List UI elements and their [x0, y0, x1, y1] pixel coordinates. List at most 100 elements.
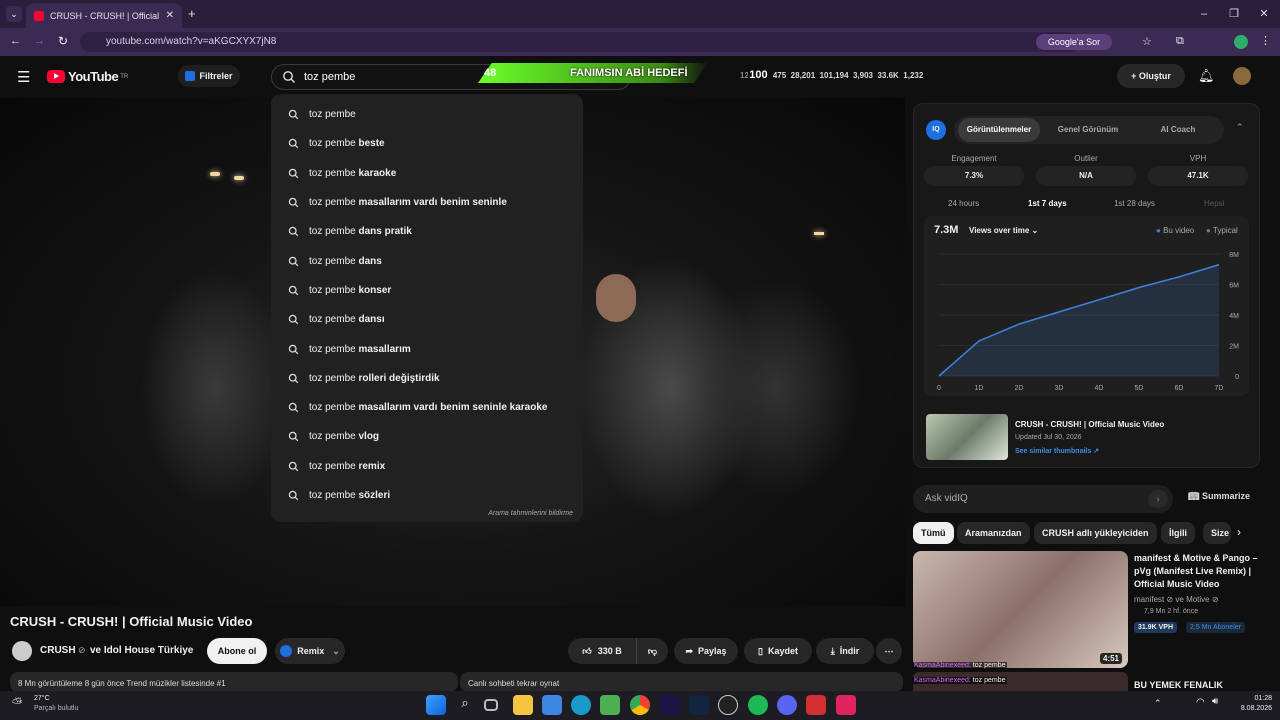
tray-chevron-icon[interactable]: ⌃: [1154, 698, 1162, 709]
extensions-icon[interactable]: ⧉: [1176, 35, 1184, 48]
reload-icon[interactable]: ↻: [58, 34, 68, 48]
dislike-button[interactable]: 👎︎: [636, 638, 668, 664]
more-actions-button[interactable]: ⋯: [876, 638, 902, 664]
range-7d[interactable]: 1st 7 days: [1028, 199, 1067, 208]
chip-uploader[interactable]: CRUSH adlı yükleyiciden: [1034, 522, 1157, 544]
file-explorer-icon[interactable]: [513, 695, 533, 715]
back-icon[interactable]: ←: [10, 35, 21, 47]
range-all[interactable]: Hepsi: [1204, 199, 1224, 208]
search-suggestion[interactable]: toz pembe konser: [271, 276, 583, 305]
hamburger-menu-icon[interactable]: ☰: [17, 68, 30, 86]
photoshop-icon[interactable]: [689, 695, 709, 715]
vph-badge: 31.9K VPH: [1134, 622, 1178, 633]
search-suggestion[interactable]: toz pembe sözleri: [271, 481, 583, 510]
weather-icon[interactable]: ⛅︎: [12, 695, 22, 711]
minimize-icon[interactable]: –: [1196, 6, 1212, 22]
start-icon[interactable]: [426, 695, 446, 715]
recommended-channel[interactable]: manifest ⊘ ve Motive ⊘: [1134, 595, 1219, 604]
download-button[interactable]: ⤓ İndir: [816, 638, 874, 664]
youtube-logo[interactable]: YouTube TR: [47, 69, 128, 84]
summarize-button[interactable]: 📖︎ Summarize: [1188, 491, 1250, 502]
next-title[interactable]: BU YEMEK FENALIK: [1134, 680, 1223, 690]
close-tab-icon[interactable]: ✕: [166, 10, 174, 21]
like-button[interactable]: 👍︎ 330 B: [568, 638, 636, 664]
search-suggestion[interactable]: toz pembe remix: [271, 452, 583, 481]
forward-icon[interactable]: →: [34, 35, 45, 47]
metric-select[interactable]: Views over time ⌄: [969, 226, 1038, 235]
browser-menu-icon[interactable]: ⋮: [1260, 34, 1271, 47]
filters-button[interactable]: Filtreler: [178, 65, 240, 87]
remix-button[interactable]: Remix ⌄: [275, 638, 345, 664]
recommended-thumbnail[interactable]: 4:51: [913, 551, 1128, 668]
search-suggestion[interactable]: toz pembe dans: [271, 246, 583, 275]
premiere-icon[interactable]: [660, 695, 680, 715]
search-suggestion[interactable]: toz pembe vlog: [271, 422, 583, 451]
recommended-title[interactable]: manifest & Motive & Pango – pVg (Manifes…: [1134, 552, 1260, 591]
suggestion-prefix: toz pembe: [309, 226, 356, 238]
user-avatar[interactable]: [1233, 67, 1251, 85]
volume-icon[interactable]: 🔊︎: [1212, 696, 1218, 707]
description-box[interactable]: 8 Mn görüntüleme 8 gün önce Trend müzikl…: [10, 672, 458, 692]
close-window-icon[interactable]: ✕: [1256, 6, 1272, 22]
search-suggestion[interactable]: toz pembe rolleri değiştirdik: [271, 364, 583, 393]
clock-time[interactable]: 01:28: [1236, 695, 1272, 702]
tab-list-button[interactable]: ⌄: [6, 6, 22, 22]
search-suggestion[interactable]: toz pembe masallarım vardı benim seninle: [271, 188, 583, 217]
edge-icon[interactable]: [571, 695, 591, 715]
wifi-icon[interactable]: ◠: [1196, 697, 1205, 708]
create-button[interactable]: + Oluştur: [1117, 64, 1185, 88]
chrome-icon[interactable]: [630, 695, 650, 715]
discord-icon[interactable]: [777, 695, 797, 715]
similar-thumbnails-link[interactable]: See similar thumbnails ↗: [1015, 447, 1099, 455]
clock-date[interactable]: 8.08.2026: [1226, 705, 1272, 712]
spotify-icon[interactable]: [748, 695, 768, 715]
app-icon[interactable]: [806, 695, 826, 715]
ask-vidiq-input[interactable]: Ask vidIQ: [913, 485, 1173, 513]
minecraft-icon[interactable]: [600, 695, 620, 715]
obs-icon[interactable]: [718, 695, 738, 715]
channel-name[interactable]: CRUSH: [40, 645, 76, 656]
chip-related[interactable]: İlgili: [1161, 522, 1195, 544]
search-suggestion[interactable]: toz pembe karaoke: [271, 159, 583, 188]
chevron-right-icon[interactable]: ›: [1237, 525, 1241, 539]
share-button[interactable]: ➦ Paylaş: [674, 638, 738, 664]
tab-ai-coach[interactable]: AI Coach: [1136, 118, 1220, 142]
new-tab-button[interactable]: +: [188, 6, 196, 21]
chip-for-you[interactable]: Size: [1203, 522, 1231, 544]
tab-views[interactable]: Görüntülenmeler: [958, 118, 1040, 142]
google-sor-button[interactable]: Google'a Sor: [1036, 34, 1112, 50]
send-icon[interactable]: ›: [1148, 490, 1168, 508]
restore-icon[interactable]: ❐: [1226, 6, 1242, 22]
chip-from-search[interactable]: Aramanızdan: [957, 522, 1030, 544]
notifications-bell-icon[interactable]: 🔔︎: [1198, 68, 1215, 84]
task-view-icon[interactable]: [484, 699, 498, 711]
channel-collab[interactable]: ve Idol House Türkiye: [90, 645, 193, 656]
thumb-updated: Updated Jul 30, 2026: [1015, 434, 1082, 441]
collapse-icon[interactable]: ⌃: [1236, 122, 1244, 133]
range-24h[interactable]: 24 hours: [948, 199, 979, 208]
search-suggestion[interactable]: toz pembe dansı: [271, 305, 583, 334]
profile-avatar-icon[interactable]: [1234, 35, 1248, 49]
thumbs-up-icon: 👍︎: [582, 645, 592, 656]
save-button[interactable]: ▯ Kaydet: [744, 638, 812, 664]
app-icon[interactable]: [836, 695, 856, 715]
search-icon[interactable]: ⌕: [455, 695, 475, 715]
search-suggestion[interactable]: toz pembe: [271, 100, 583, 129]
search-suggestion[interactable]: toz pembe masallarım vardı benim seninle…: [271, 393, 583, 422]
range-28d[interactable]: 1st 28 days: [1114, 199, 1155, 208]
subscribe-button[interactable]: Abone ol: [207, 638, 267, 664]
chat-replay-bar[interactable]: Canlı sohbeti tekrar oynat: [460, 672, 903, 692]
search-suggestion[interactable]: toz pembe beste: [271, 129, 583, 158]
bookmark-star-icon[interactable]: ☆: [1142, 35, 1152, 48]
channel-avatar[interactable]: [12, 641, 32, 661]
search-suggestion[interactable]: toz pembe dans pratik: [271, 217, 583, 246]
tab-overview[interactable]: Genel Görünüm: [1046, 118, 1130, 142]
youtube-favicon-icon: [34, 10, 44, 21]
report-suggestions-link[interactable]: Arama tahminlerini bildirme: [488, 510, 573, 517]
browser-tab[interactable]: CRUSH - CRUSH! | Official Music ✕: [26, 3, 182, 28]
chip-all[interactable]: Tümü: [913, 522, 954, 544]
address-bar[interactable]: youtube.com/watch?v=aKGCXYX7jN8: [80, 32, 1080, 52]
thumbnail-preview[interactable]: [926, 414, 1008, 460]
search-suggestion[interactable]: toz pembe masallarım: [271, 334, 583, 363]
store-icon[interactable]: [542, 695, 562, 715]
